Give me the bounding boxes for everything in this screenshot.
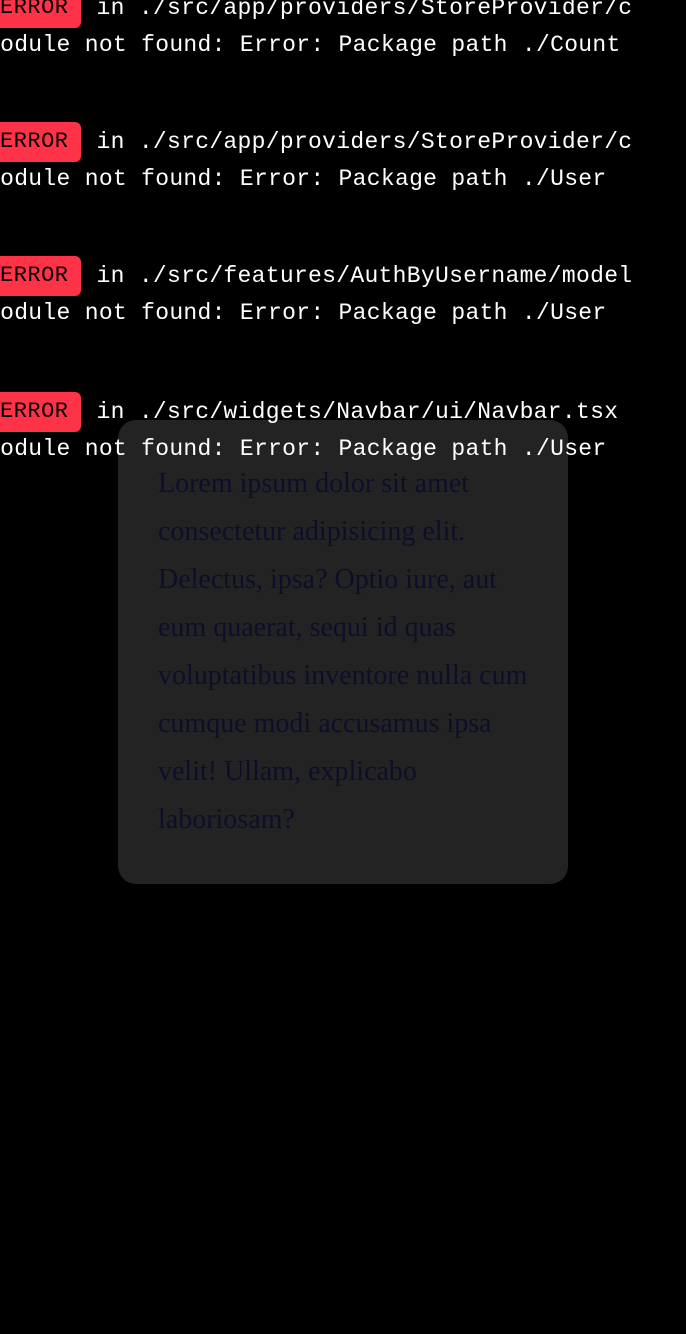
error-entry: ERROR in ./src/app/providers/StoreProvid… bbox=[0, 122, 686, 194]
error-path: in ./src/app/providers/StoreProvider/c bbox=[96, 129, 633, 155]
error-message: Module not found: Error: Package path ./… bbox=[0, 32, 621, 58]
modal-text: Lorem ipsum dolor sit amet consectetur a… bbox=[158, 468, 528, 835]
error-path: in ./src/widgets/Navbar/ui/Navbar.tsx bbox=[96, 399, 619, 425]
error-header: ERROR in ./src/app/providers/StoreProvid… bbox=[0, 122, 686, 162]
error-message: Module not found: Error: Package path ./… bbox=[0, 166, 607, 192]
error-entry: ERROR in ./src/widgets/Navbar/ui/Navbar.… bbox=[0, 392, 686, 464]
error-badge: ERROR bbox=[0, 122, 81, 162]
error-badge: ERROR bbox=[0, 256, 81, 296]
error-header: ERROR in ./src/features/AuthByUsername/m… bbox=[0, 256, 686, 296]
error-message: Module not found: Error: Package path ./… bbox=[0, 436, 607, 462]
error-entry: ERROR in ./src/app/providers/StoreProvid… bbox=[0, 0, 686, 60]
error-path: in ./src/app/providers/StoreProvider/c bbox=[96, 0, 633, 21]
modal-card: Lorem ipsum dolor sit amet consectetur a… bbox=[118, 420, 568, 884]
error-header: ERROR in ./src/widgets/Navbar/ui/Navbar.… bbox=[0, 392, 686, 432]
error-message: Module not found: Error: Package path ./… bbox=[0, 300, 607, 326]
error-badge: ERROR bbox=[0, 0, 81, 28]
error-header: ERROR in ./src/app/providers/StoreProvid… bbox=[0, 0, 686, 28]
error-path: in ./src/features/AuthByUsername/model bbox=[96, 263, 633, 289]
error-entry: ERROR in ./src/features/AuthByUsername/m… bbox=[0, 256, 686, 328]
error-badge: ERROR bbox=[0, 392, 81, 432]
